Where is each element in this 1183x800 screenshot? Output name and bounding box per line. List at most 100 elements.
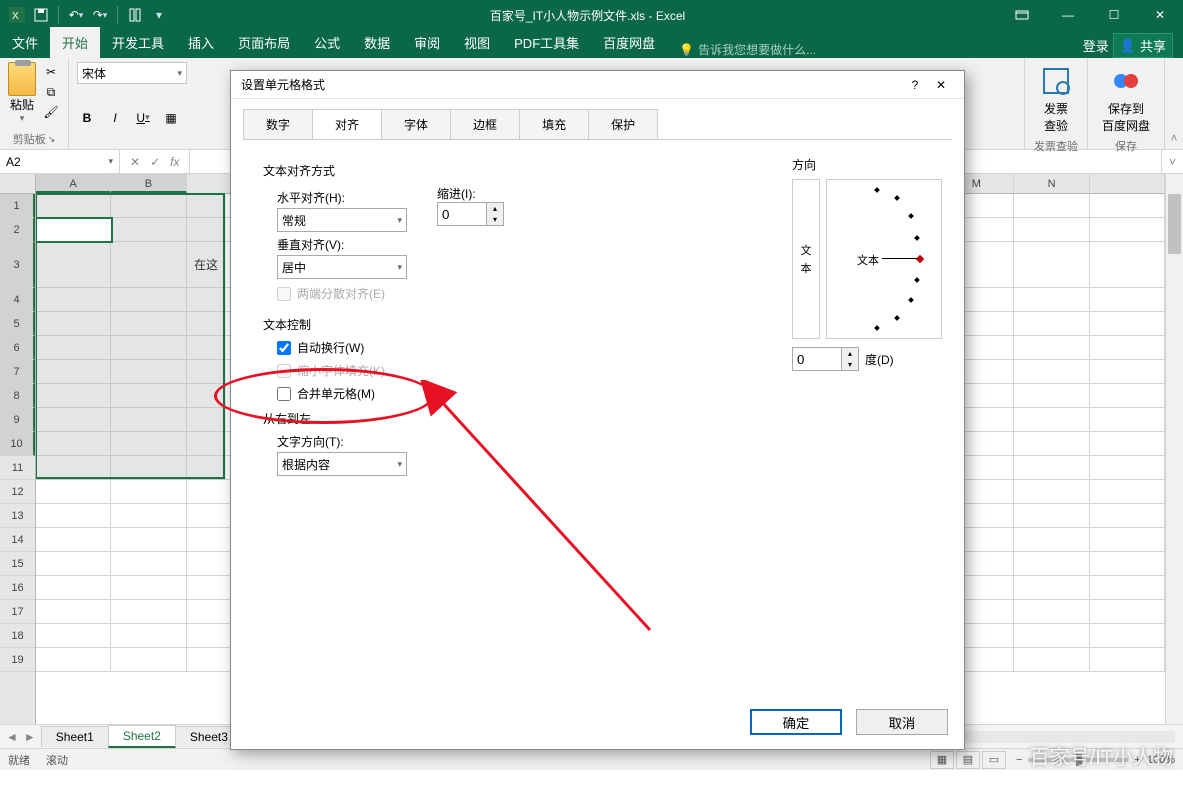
row-header[interactable]: 10 xyxy=(0,432,35,456)
vertical-text-button[interactable]: 文 本 xyxy=(792,179,820,339)
italic-button[interactable]: I xyxy=(105,108,125,128)
spin-up-icon[interactable]: ▴ xyxy=(842,348,858,359)
confirm-formula-icon[interactable]: ✓ xyxy=(150,155,160,169)
dialog-tab-fill[interactable]: 填充 xyxy=(519,109,589,140)
row-header[interactable]: 17 xyxy=(0,600,35,624)
tab-review[interactable]: 审阅 xyxy=(402,27,452,58)
row-header[interactable]: 11 xyxy=(0,456,35,480)
col-header[interactable]: N xyxy=(1014,174,1089,193)
zoom-slider[interactable] xyxy=(1028,758,1128,762)
dialog-tab-border[interactable]: 边框 xyxy=(450,109,520,140)
tab-pdf[interactable]: PDF工具集 xyxy=(502,27,591,58)
view-break-icon[interactable]: ▭ xyxy=(982,751,1006,769)
tab-home[interactable]: 开始 xyxy=(50,27,100,58)
orientation-dial[interactable]: 文本 xyxy=(826,179,942,339)
spin-down-icon[interactable]: ▾ xyxy=(487,214,503,225)
zoom-out-icon[interactable]: − xyxy=(1016,754,1022,766)
name-box[interactable]: A2▾ xyxy=(0,150,120,173)
zoom-in-icon[interactable]: + xyxy=(1134,754,1140,766)
row-header[interactable]: 2 xyxy=(0,218,35,242)
invoice-check-button[interactable]: 发票 查验 xyxy=(1033,62,1079,136)
tab-nav-next-icon[interactable]: ► xyxy=(24,730,36,744)
tab-insert[interactable]: 插入 xyxy=(176,27,226,58)
tab-formula[interactable]: 公式 xyxy=(302,27,352,58)
indent-spinner[interactable]: ▴▾ xyxy=(437,202,504,226)
close-icon[interactable]: ✕ xyxy=(1137,0,1183,30)
col-header[interactable]: B xyxy=(111,174,186,193)
degree-spinner[interactable]: ▴▾ xyxy=(792,347,859,371)
bold-button[interactable]: B xyxy=(77,108,97,128)
save-icon[interactable] xyxy=(32,6,50,24)
row-header[interactable]: 3 xyxy=(0,242,35,288)
ok-button[interactable]: 确定 xyxy=(750,709,842,735)
tell-me[interactable]: 💡告诉我您想要做什么... xyxy=(667,41,828,58)
row-header[interactable]: 1 xyxy=(0,194,35,218)
qat-customize-icon[interactable]: ▾ xyxy=(150,6,168,24)
excel-icon: X xyxy=(8,6,26,24)
maximize-icon[interactable]: ☐ xyxy=(1091,0,1137,30)
dialog-close-icon[interactable]: ✕ xyxy=(928,78,954,92)
touch-mode-icon[interactable] xyxy=(126,6,144,24)
merge-cells-checkbox[interactable]: 合并单元格(M) xyxy=(277,385,932,402)
zoom-value[interactable]: 100% xyxy=(1147,754,1175,766)
cut-icon[interactable]: ✂ xyxy=(42,64,60,80)
row-header[interactable]: 14 xyxy=(0,528,35,552)
sheet-tab[interactable]: Sheet2 xyxy=(108,725,176,748)
minimize-icon[interactable]: — xyxy=(1045,0,1091,30)
cancel-button[interactable]: 取消 xyxy=(856,709,948,735)
ribbon-collapse-icon[interactable]: ˄ xyxy=(1165,58,1183,149)
row-header[interactable]: 12 xyxy=(0,480,35,504)
dialog-tab-number[interactable]: 数字 xyxy=(243,109,313,140)
row-header[interactable]: 5 xyxy=(0,312,35,336)
copy-icon[interactable]: ⧉ xyxy=(42,84,60,100)
row-header[interactable]: 8 xyxy=(0,384,35,408)
row-header[interactable]: 6 xyxy=(0,336,35,360)
border-button[interactable]: ▦ xyxy=(161,108,181,128)
select-all-corner[interactable] xyxy=(0,174,35,194)
row-header[interactable]: 19 xyxy=(0,648,35,672)
row-header[interactable]: 9 xyxy=(0,408,35,432)
cancel-formula-icon[interactable]: ✕ xyxy=(130,155,140,169)
row-header[interactable]: 15 xyxy=(0,552,35,576)
font-name-select[interactable]: 宋体▾ xyxy=(77,62,187,84)
tab-data[interactable]: 数据 xyxy=(352,27,402,58)
dialog-tab-protect[interactable]: 保护 xyxy=(588,109,658,140)
dialog-tab-align[interactable]: 对齐 xyxy=(312,109,382,140)
row-header[interactable]: 18 xyxy=(0,624,35,648)
clipboard-label: 剪贴板 xyxy=(13,131,46,147)
row-header[interactable]: 16 xyxy=(0,576,35,600)
view-normal-icon[interactable]: ▦ xyxy=(930,751,954,769)
spin-up-icon[interactable]: ▴ xyxy=(487,203,503,214)
tab-layout[interactable]: 页面布局 xyxy=(226,27,302,58)
fx-icon[interactable]: fx xyxy=(170,155,179,169)
login-link[interactable]: 登录 xyxy=(1083,36,1109,55)
sheet-tab[interactable]: Sheet1 xyxy=(41,726,109,747)
vertical-scrollbar[interactable] xyxy=(1165,174,1183,724)
share-button[interactable]: 👤共享 xyxy=(1113,33,1173,58)
text-dir-select[interactable]: 根据内容▾ xyxy=(277,452,407,476)
redo-icon[interactable]: ↷▾ xyxy=(91,6,109,24)
valign-select[interactable]: 居中▾ xyxy=(277,255,407,279)
underline-button[interactable]: U▾ xyxy=(133,108,153,128)
expand-formula-icon[interactable]: ˅ xyxy=(1161,150,1183,173)
halign-select[interactable]: 常规▾ xyxy=(277,208,407,232)
ribbon-options-icon[interactable] xyxy=(999,0,1045,30)
save-baidu-button[interactable]: 保存到 百度网盘 xyxy=(1096,62,1156,136)
tab-baidu[interactable]: 百度网盘 xyxy=(591,27,667,58)
tab-file[interactable]: 文件 xyxy=(0,27,50,58)
dialog-tab-font[interactable]: 字体 xyxy=(381,109,451,140)
row-header[interactable]: 4 xyxy=(0,288,35,312)
spin-down-icon[interactable]: ▾ xyxy=(842,359,858,370)
undo-icon[interactable]: ↶▾ xyxy=(67,6,85,24)
col-header[interactable]: A xyxy=(36,174,111,193)
dialog-help-icon[interactable]: ? xyxy=(902,78,928,92)
paste-button[interactable]: 粘贴 ▾ xyxy=(8,62,36,124)
row-header[interactable]: 7 xyxy=(0,360,35,384)
tab-view[interactable]: 视图 xyxy=(452,27,502,58)
format-painter-icon[interactable]: 🖌 xyxy=(42,104,60,120)
tab-nav-prev-icon[interactable]: ◄ xyxy=(6,730,18,744)
dialog-launcher-icon[interactable]: ↘ xyxy=(48,134,56,145)
row-header[interactable]: 13 xyxy=(0,504,35,528)
tab-dev[interactable]: 开发工具 xyxy=(100,27,176,58)
view-page-icon[interactable]: ▤ xyxy=(956,751,980,769)
